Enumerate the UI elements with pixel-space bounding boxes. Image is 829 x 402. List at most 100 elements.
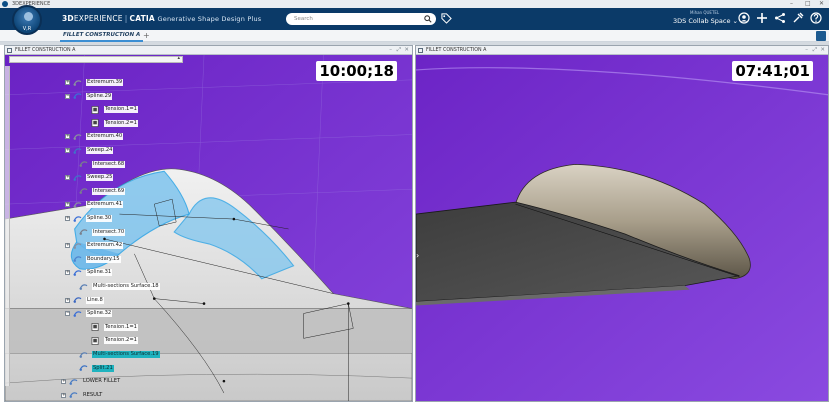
tree-node-label: Sweep.25 — [86, 174, 114, 182]
tree-expander-icon[interactable]: + — [65, 148, 70, 153]
left-viewer-title: FILLET CONSTRUCTION A — [15, 48, 76, 53]
tree-expander-icon[interactable]: + — [65, 297, 70, 303]
sweep-icon — [73, 174, 82, 181]
left-viewer[interactable]: FILLET CONSTRUCTION A – ⤢ ✕ 10:00;18 ▴ +… — [4, 45, 413, 402]
tree-expander-icon[interactable]: + — [61, 379, 66, 385]
right-minimize-button[interactable]: – — [805, 46, 808, 55]
tree-node[interactable]: Tension.2=1 — [83, 336, 138, 345]
compass-widget[interactable]: V,R — [12, 5, 42, 35]
tree-node[interactable]: + Spline.31 — [65, 268, 113, 277]
add-tab-button[interactable]: + — [143, 30, 150, 41]
left-maximize-button[interactable]: ⤢ — [397, 46, 401, 55]
tree-expander-icon[interactable]: + — [65, 243, 70, 249]
spline-icon — [73, 270, 82, 276]
search-icon[interactable] — [424, 15, 432, 23]
right-3d-scene[interactable] — [416, 55, 828, 401]
add-icon[interactable] — [756, 12, 768, 24]
tree-expander-icon[interactable]: + — [65, 134, 70, 140]
help-icon[interactable] — [810, 12, 822, 24]
multisection-icon — [79, 351, 88, 358]
tree-node-label: Extremum.39 — [86, 79, 124, 86]
tools-icon[interactable] — [792, 12, 804, 24]
close-button[interactable]: ✕ — [819, 0, 824, 8]
tree-node[interactable]: + LOWER FILLET — [61, 377, 121, 386]
editor-tab-bar: FILLET CONSTRUCTION A + — [0, 30, 829, 42]
tree-expander-icon[interactable]: + — [65, 270, 70, 276]
tree-node[interactable]: Tension.2=1 — [83, 119, 138, 128]
tree-node[interactable]: + Spline.30 — [65, 214, 113, 223]
tree-node[interactable]: Intersect.69 — [71, 187, 126, 196]
point-icon — [73, 202, 82, 208]
tree-node-label: Multi-sections Surface.18 — [92, 283, 160, 290]
tree-node-label: Intersect.69 — [92, 187, 126, 195]
left-timer: 10:00;18 — [316, 61, 397, 81]
multisection-icon — [79, 283, 88, 290]
share-icon[interactable] — [774, 12, 786, 24]
tree-scrollbar[interactable] — [5, 66, 10, 386]
tree-node-label: Spline.29 — [86, 92, 113, 100]
intersect-icon — [79, 161, 88, 168]
spline-icon — [73, 215, 82, 222]
minimize-button[interactable]: – — [790, 0, 793, 8]
tree-node[interactable]: + Extremum.39 — [65, 78, 124, 87]
tree-node[interactable]: Multi-sections Surface.18 — [71, 282, 160, 291]
specification-tree[interactable]: ▴ + Extremum.39 − Spline.29 Tension.1=1 Tensi… — [5, 55, 183, 401]
tree-node-label: RESULT — [83, 391, 103, 398]
tree-node-label: Spline.31 — [86, 269, 113, 277]
right-maximize-button[interactable]: ⤢ — [813, 46, 817, 55]
tree-node[interactable]: + Sweep.24 — [65, 146, 114, 155]
tree-node-label: Extremum.41 — [86, 201, 124, 209]
maximize-button[interactable]: □ — [805, 0, 811, 8]
collab-space-selector[interactable]: 3DS Collab Space ⌄ — [673, 17, 738, 25]
tree-expander-icon[interactable]: − — [65, 93, 70, 99]
tree-expander-icon[interactable]: − — [65, 311, 70, 317]
tree-node-label: Intersect.68 — [92, 160, 126, 168]
compass-north-icon — [24, 12, 33, 21]
tree-node[interactable]: + RESULT — [61, 391, 103, 400]
tree-expander-icon[interactable]: + — [65, 202, 70, 208]
tree-node-label: Line.8 — [86, 296, 104, 304]
tension-icon — [91, 336, 99, 345]
tree-node[interactable]: + Extremum.42 — [65, 241, 124, 250]
tree-node[interactable]: + Line.8 — [65, 296, 104, 305]
tree-node[interactable]: Intersect.70 — [71, 228, 126, 237]
tree-node[interactable]: + Extremum.40 — [65, 132, 124, 141]
tree-node-label: Tension.1=1 — [104, 323, 138, 331]
tree-node[interactable]: Boundary.15 — [65, 255, 121, 264]
tree-node[interactable]: Multi-sections Surface.19 — [71, 350, 160, 359]
tree-node[interactable]: − Spline.29 — [65, 92, 113, 101]
user-name: Mihan QUETEL — [690, 10, 720, 15]
point-icon — [73, 79, 82, 86]
tree-expander-icon[interactable]: + — [65, 216, 70, 221]
right-viewer-title: FILLET CONSTRUCTION A — [426, 48, 487, 53]
spline-icon — [73, 310, 82, 317]
tree-expander-icon[interactable]: + — [65, 80, 70, 85]
left-minimize-button[interactable]: – — [389, 46, 392, 55]
compass-label: V,R — [22, 26, 32, 32]
tree-expander-icon[interactable]: + — [61, 392, 66, 398]
left-close-button[interactable]: ✕ — [404, 46, 409, 55]
tree-node[interactable]: Split.21 — [71, 364, 114, 373]
tag-icon[interactable] — [441, 13, 452, 24]
right-viewer-header: FILLET CONSTRUCTION A – ⤢ ✕ — [416, 46, 828, 55]
tree-node-label: Extremum.42 — [86, 242, 124, 250]
tree-node[interactable]: − Spline.32 — [65, 309, 113, 318]
window-titlebar: 3DEXPERIENCE – □ ✕ — [0, 0, 829, 8]
tree-expander-icon[interactable]: + — [65, 175, 70, 181]
panel-expand-chevron-icon[interactable]: › — [416, 251, 422, 265]
point-icon — [73, 242, 82, 249]
right-viewer[interactable]: FILLET CONSTRUCTION A – ⤢ ✕ 07:41;01 › — [415, 45, 829, 402]
viewer-window-icon — [418, 48, 423, 53]
tab-fillet-construction-a[interactable]: FILLET CONSTRUCTION A — [60, 30, 144, 42]
tree-node[interactable]: Tension.1=1 — [83, 105, 138, 114]
point-icon — [73, 134, 82, 140]
tree-node[interactable]: + Sweep.25 — [65, 173, 114, 182]
tree-node[interactable]: + Extremum.41 — [65, 200, 124, 209]
fullscreen-icon[interactable] — [816, 31, 826, 41]
right-close-button[interactable]: ✕ — [820, 46, 825, 55]
search-input[interactable]: Search — [286, 13, 436, 25]
tree-node[interactable]: Intersect.68 — [71, 160, 126, 169]
tree-scroll-up-icon[interactable]: ▴ — [177, 55, 180, 61]
user-icon[interactable] — [738, 12, 750, 24]
tree-node[interactable]: Tension.1=1 — [83, 323, 138, 332]
